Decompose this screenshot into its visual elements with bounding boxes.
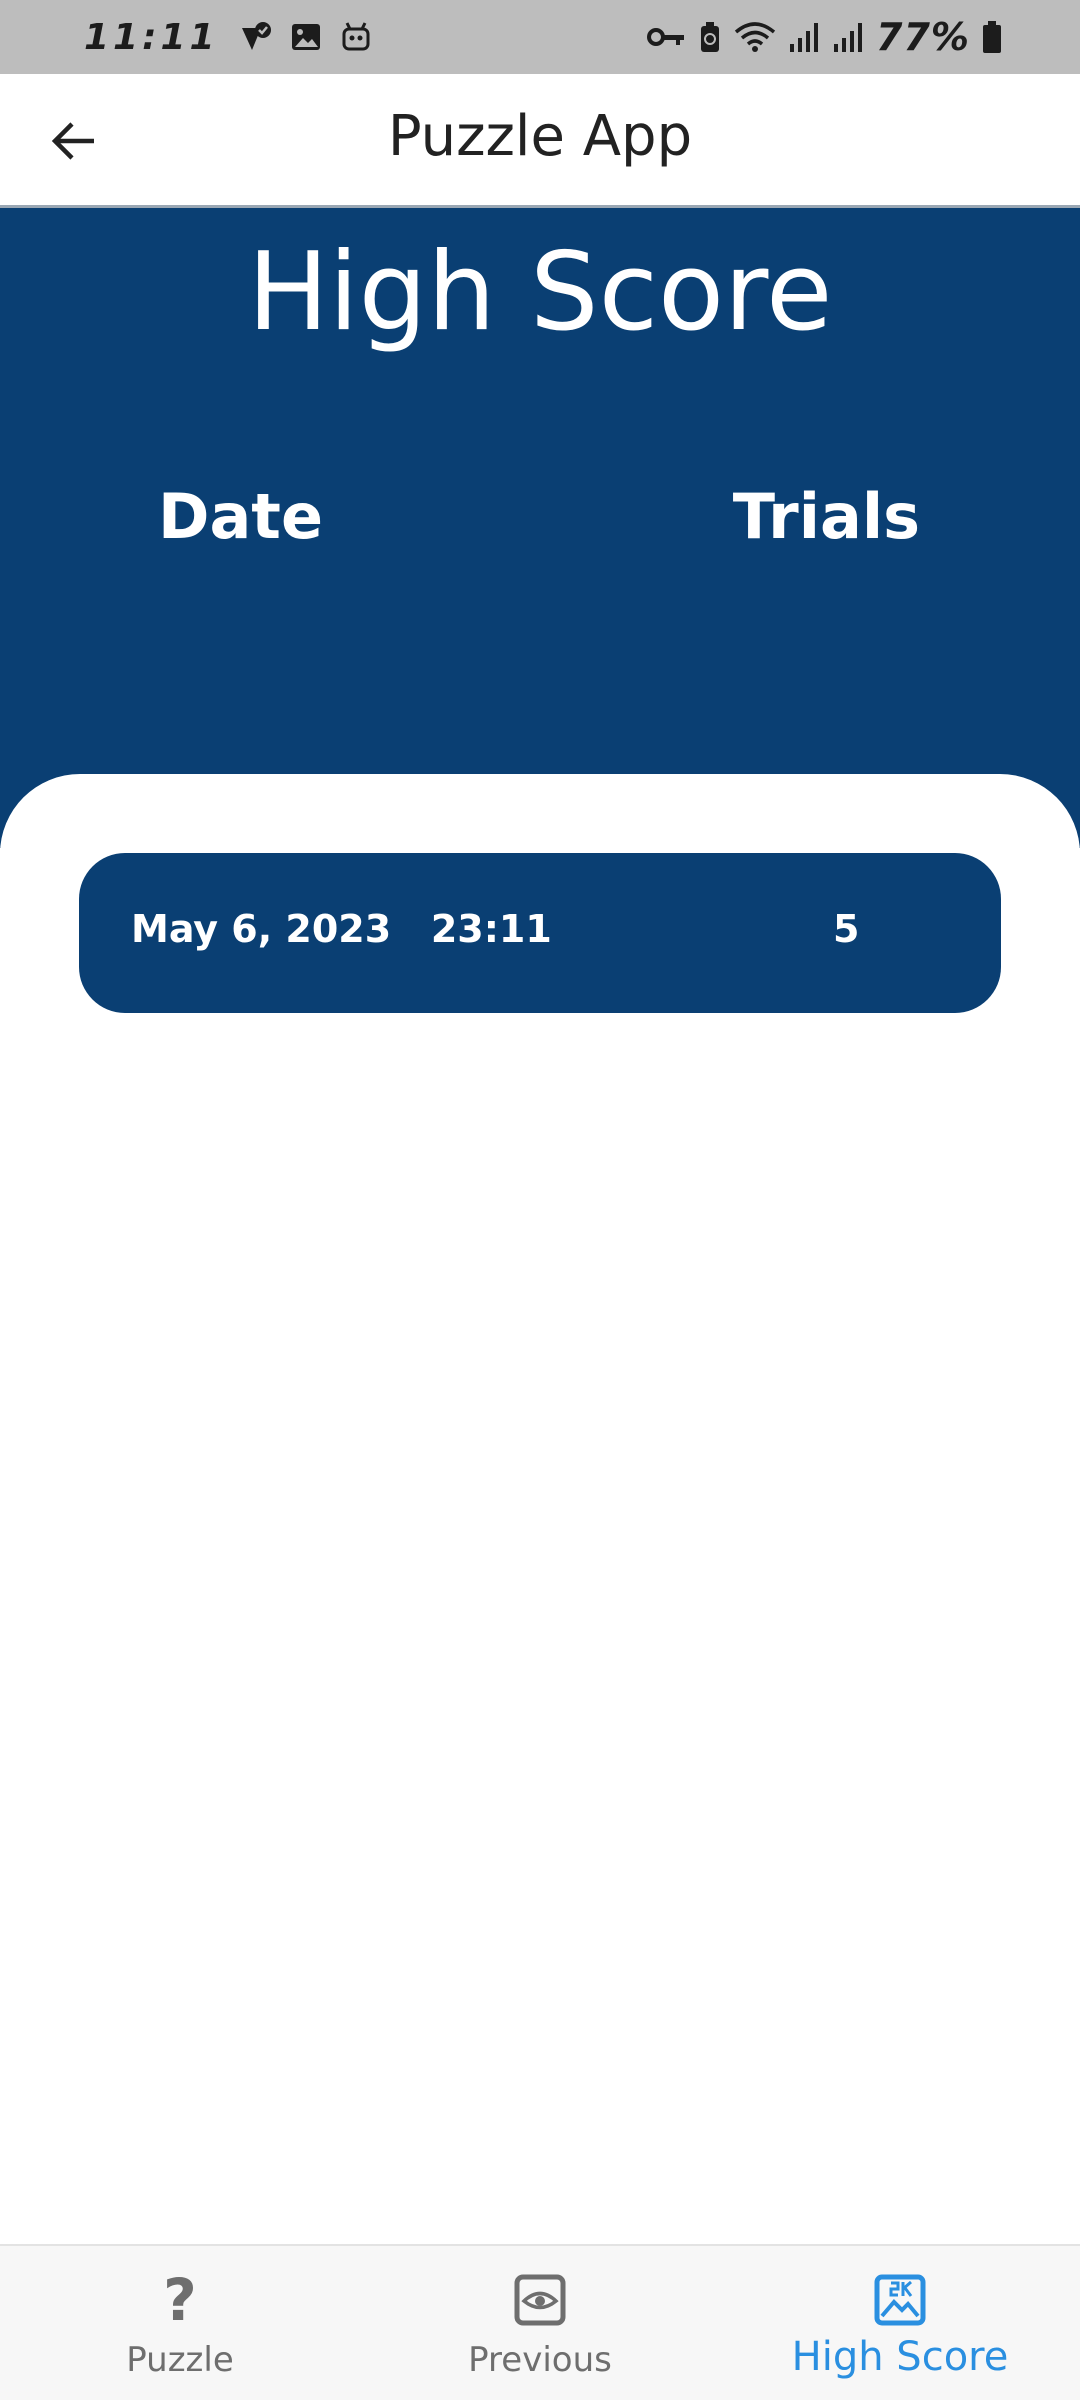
status-right-icons: 77%: [646, 15, 1002, 59]
status-left-icons: [239, 20, 373, 54]
vpn-key-icon: [647, 28, 685, 46]
signal-icon: [790, 23, 819, 52]
nav-label-previous: Previous: [468, 2340, 612, 2380]
battery-percent: 77%: [876, 15, 970, 59]
robot-icon: [342, 22, 370, 51]
app-title: Puzzle App: [387, 104, 693, 169]
status-time: 11:11: [84, 16, 219, 58]
battery-saver-icon: [701, 22, 720, 52]
page-title: High Score: [247, 230, 833, 355]
nav-label-high-score: High Score: [791, 2334, 1009, 2380]
notification-check-icon: [241, 22, 271, 50]
nav-item-puzzle[interactable]: ? Puzzle: [0, 2246, 360, 2400]
nav-label-puzzle: Puzzle: [126, 2340, 234, 2380]
status-bar: 11:11 77%: [0, 0, 1080, 74]
nav-item-high-score[interactable]: High Score: [720, 2246, 1080, 2400]
score-date: May 6, 2023 23:11: [131, 907, 552, 951]
battery-icon: [983, 21, 1001, 53]
leaderboard-image-icon: [874, 2270, 926, 2330]
score-trials: 5: [833, 907, 860, 951]
signal-icon: [834, 23, 863, 52]
wifi-icon: [734, 22, 776, 52]
nav-item-previous[interactable]: Previous: [360, 2246, 720, 2400]
question-mark-icon: ?: [163, 2266, 197, 2334]
score-row[interactable]: May 6, 2023 23:11 5: [79, 853, 1001, 1013]
bottom-navigation: ? Puzzle Previous High Score: [0, 2244, 1080, 2400]
image-icon: [291, 24, 320, 50]
column-header-date: Date: [158, 480, 323, 553]
app-bar: Puzzle App: [0, 74, 1080, 208]
column-header-trials: Trials: [732, 480, 920, 553]
eye-icon: [514, 2270, 566, 2330]
